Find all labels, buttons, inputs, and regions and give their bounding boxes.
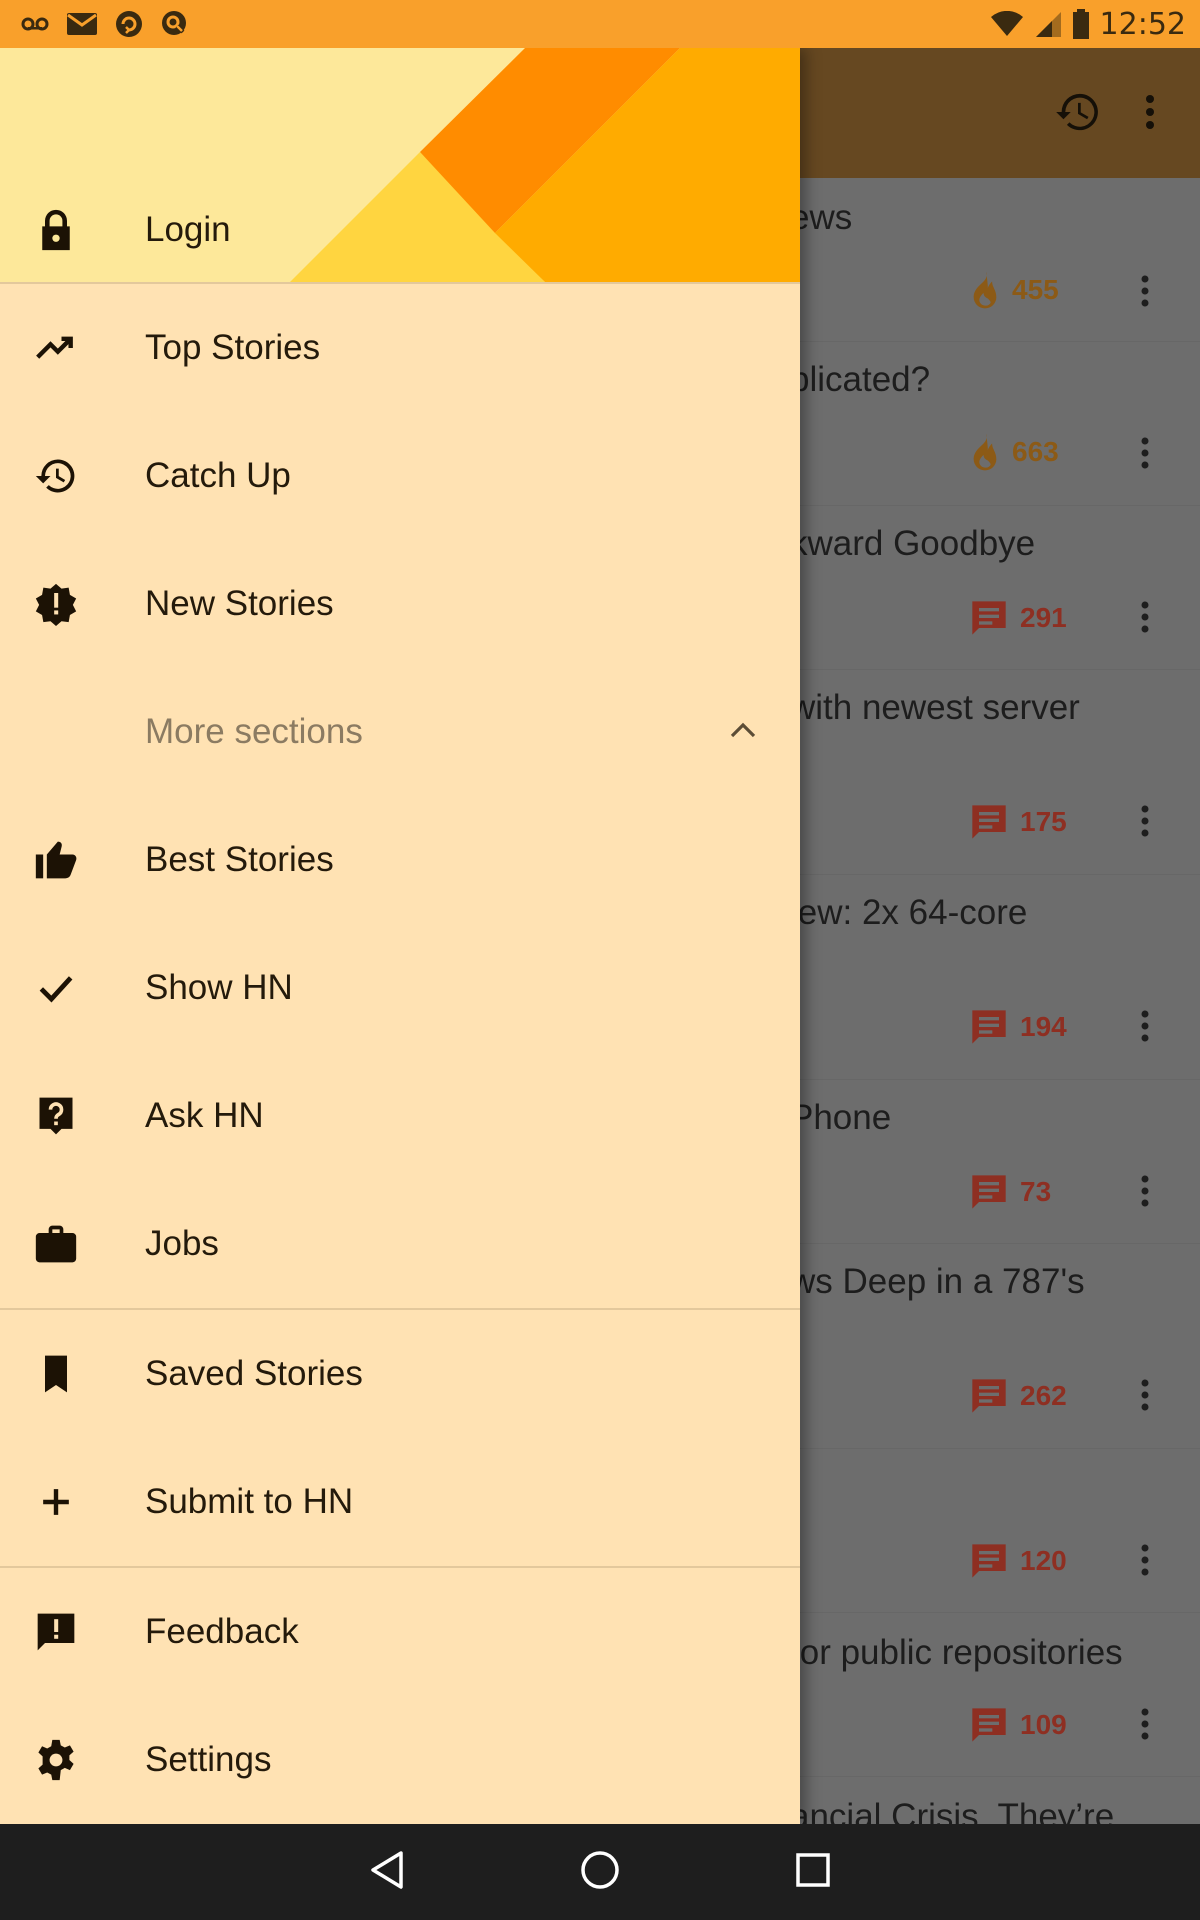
more-vert-icon[interactable] [1140,1707,1150,1746]
thumb-up-icon [34,838,78,882]
more-vert-icon[interactable] [1144,94,1156,135]
comment-count: 291 [1020,602,1067,633]
drawer-item-settings[interactable]: Settings [0,1696,800,1824]
story-meta: 291 [968,598,1067,638]
fire-icon [973,271,997,309]
story-title: iew: 2x 64-core [790,893,1028,932]
chevron-up-icon [728,720,758,745]
navigation-drawer: Login Top Stories Catch Up New Stories M… [0,48,800,1824]
recents-icon[interactable] [795,1852,831,1893]
drawer-item-jobs[interactable]: Jobs [0,1180,800,1308]
score-count: 663 [1012,436,1059,467]
drawer-item-label: Catch Up [145,456,291,495]
drawer-item-top-stories[interactable]: Top Stories [0,284,800,412]
drawer-item-label: Settings [145,1740,272,1779]
story-meta: 120 [968,1541,1067,1581]
drawer-item-saved-stories[interactable]: Saved Stories [0,1310,800,1438]
drawer-item-label: Feedback [145,1612,299,1651]
more-vert-icon[interactable] [1140,600,1150,639]
drawer-item-label: Best Stories [145,840,334,879]
help-icon [34,1094,78,1138]
drawer-item-label: Submit to HN [145,1482,354,1521]
story-title: kward Goodbye [790,524,1036,563]
more-vert-icon[interactable] [1140,1009,1150,1048]
feedback-icon [34,1610,78,1654]
story-meta: 109 [968,1705,1067,1745]
section-label: More sections [145,712,363,751]
comment-icon [972,1379,1006,1413]
story-meta: 262 [968,1376,1067,1416]
drawer-item-submit[interactable]: Submit to HN [0,1438,800,1566]
story-meta: 194 [968,1007,1067,1047]
voicemail-icon [20,14,50,34]
status-bar: 12:52 [0,0,1200,48]
sync-icon [114,9,144,39]
more-vert-icon[interactable] [1140,804,1150,843]
battery-icon [1072,9,1090,39]
drawer-header: Login [0,48,800,282]
more-vert-icon[interactable] [1140,1174,1150,1213]
wifi-icon [990,11,1024,37]
login-label: Login [145,210,231,249]
story-meta: 73 [968,1172,1051,1212]
story-meta: 663 [968,432,1059,472]
comment-count: 175 [1020,806,1067,837]
drawer-item-feedback[interactable]: Feedback [0,1568,800,1696]
comment-count: 120 [1020,1545,1067,1576]
drawer-item-label: Show HN [145,968,293,1007]
comment-count: 262 [1020,1380,1067,1411]
drawer-item-label: New Stories [145,584,334,623]
score-count: 455 [1012,274,1059,305]
clock: 12:52 [1099,6,1186,42]
drawer-item-catch-up[interactable]: Catch Up [0,412,800,540]
history-icon [34,454,78,498]
drawer-item-best-stories[interactable]: Best Stories [0,796,800,924]
drawer-item-label: Jobs [145,1224,219,1263]
more-vert-icon[interactable] [1140,1543,1150,1582]
comment-count: 194 [1020,1011,1067,1042]
add-icon [34,1480,78,1524]
story-title: for public repositories [790,1633,1123,1672]
comment-icon [972,805,1006,839]
drawer-item-new-stories[interactable]: New Stories [0,540,800,668]
drawer-item-show-hn[interactable]: Show HN [0,924,800,1052]
lock-icon [34,208,78,252]
comment-icon [972,601,1006,635]
story-title: plicated? [790,360,931,399]
more-vert-icon[interactable] [1140,274,1150,313]
comment-icon [972,1175,1006,1209]
story-title: with newest server [790,688,1080,727]
trending-up-icon [34,326,78,370]
more-vert-icon[interactable] [1140,1378,1150,1417]
story-title: Phone [790,1098,892,1137]
drawer-item-label: Ask HN [145,1096,264,1135]
signal-icon [1034,10,1062,38]
bookmark-icon [34,1352,78,1396]
fire-icon [973,433,997,471]
more-sections-toggle[interactable]: More sections [0,668,800,796]
work-icon [34,1222,78,1266]
system-nav-bar [0,1824,1200,1920]
comment-count: 73 [1020,1176,1052,1207]
comment-icon [972,1708,1006,1742]
settings-icon [34,1738,78,1782]
drawer-item-label: Top Stories [145,328,321,367]
check-icon [34,966,78,1010]
more-vert-icon[interactable] [1140,436,1150,475]
story-meta: 175 [968,802,1067,842]
home-icon[interactable] [580,1850,620,1895]
back-icon[interactable] [369,1850,405,1895]
story-meta: 455 [968,270,1059,310]
login-row[interactable]: Login [0,190,800,270]
history-icon[interactable] [1056,92,1100,137]
mail-icon [66,12,98,36]
search-app-icon [160,9,190,39]
new-releases-icon [34,582,78,626]
story-title: ws Deep in a 787's [790,1262,1085,1301]
comment-count: 109 [1020,1709,1067,1740]
comment-icon [972,1010,1006,1044]
drawer-item-label: Saved Stories [145,1354,363,1393]
drawer-item-ask-hn[interactable]: Ask HN [0,1052,800,1180]
comment-icon [972,1544,1006,1578]
